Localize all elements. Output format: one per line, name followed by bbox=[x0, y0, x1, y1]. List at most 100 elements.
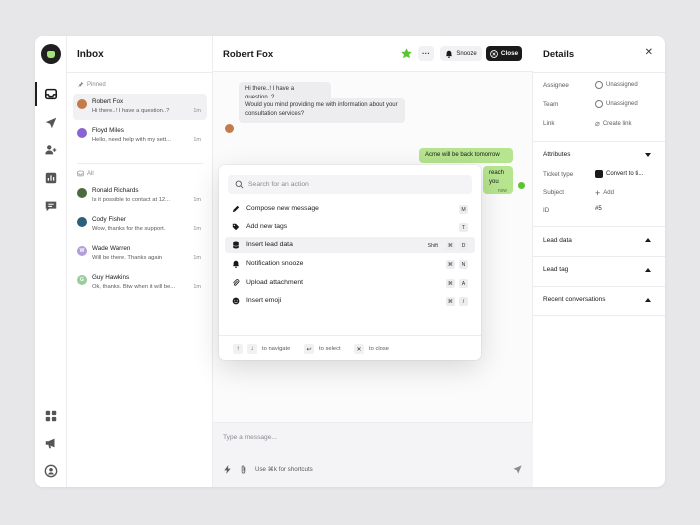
database-icon bbox=[232, 241, 240, 249]
team-label: Team bbox=[543, 101, 559, 108]
palette-search-input[interactable] bbox=[248, 177, 463, 192]
palette-item-compose[interactable]: Compose new message M bbox=[225, 201, 475, 217]
chevron-up-icon[interactable] bbox=[645, 268, 651, 272]
message-bubble: reach you now bbox=[483, 166, 513, 194]
palette-item-emoji[interactable]: Insert emoji ⌘ / bbox=[225, 293, 475, 309]
palette-item-lead-data[interactable]: Insert lead data Shift ⌘ D bbox=[225, 237, 475, 253]
all-label-text: All bbox=[87, 170, 94, 177]
pencil-icon bbox=[232, 205, 240, 213]
shortcut-key: M bbox=[459, 205, 468, 214]
rail-active-indicator bbox=[35, 82, 37, 106]
conversation-item[interactable]: Ronald Richards Is it possible to contac… bbox=[73, 183, 207, 209]
send-icon[interactable] bbox=[42, 114, 60, 132]
snooze-button[interactable]: Snooze bbox=[440, 46, 482, 61]
shortcut-key: ⌘ bbox=[445, 279, 455, 288]
recent-conversations-header[interactable]: Recent conversations bbox=[543, 296, 606, 303]
shortcut-key: D bbox=[459, 241, 468, 250]
palette-item-tags[interactable]: Add new tags T bbox=[225, 219, 475, 235]
ticket-type-text: Convert to ti... bbox=[606, 171, 644, 177]
search-icon bbox=[235, 180, 244, 189]
conversation-item[interactable]: W Wade Warren Will be there. Thanks agai… bbox=[73, 241, 207, 267]
message-bubble: Acme will be back tomorrow bbox=[419, 148, 513, 164]
add-subject-text: Add bbox=[603, 190, 614, 196]
command-palette: Compose new message M Add new tags T Ins… bbox=[219, 165, 481, 360]
arrow-up-icon: ↑ bbox=[233, 344, 243, 354]
shortcut-key: Shift bbox=[427, 242, 438, 249]
lightning-icon[interactable] bbox=[223, 465, 232, 474]
conversation-item[interactable]: Robert Fox Hi there..! I have a question… bbox=[73, 94, 207, 120]
conversation-time: 1m bbox=[193, 255, 201, 261]
subject-label: Subject bbox=[543, 189, 565, 196]
palette-search-box[interactable] bbox=[228, 175, 472, 194]
conversation-item[interactable]: Cody Fisher Wow, thanks for the support.… bbox=[73, 212, 207, 238]
pin-icon bbox=[78, 81, 84, 88]
palette-item-label: Insert emoji bbox=[246, 297, 282, 304]
conversation-time: 1m bbox=[193, 108, 201, 114]
close-icon: ✕ bbox=[354, 344, 364, 354]
chevron-up-icon[interactable] bbox=[645, 238, 651, 242]
shortcut-key: ⌘ bbox=[445, 241, 455, 250]
divider bbox=[533, 256, 665, 257]
conversation-preview: Is it possible to contact at 12... bbox=[92, 197, 170, 203]
ticket-type-value[interactable]: Convert to ti... bbox=[595, 170, 643, 178]
palette-item-snooze[interactable]: Notification snooze ⌘ N bbox=[225, 256, 475, 272]
composer-placeholder[interactable]: Type a message... bbox=[223, 434, 277, 441]
divider bbox=[533, 226, 665, 227]
shortcut-key: A bbox=[459, 279, 468, 288]
palette-item-label: Add new tags bbox=[246, 223, 288, 230]
send-icon[interactable] bbox=[512, 464, 523, 475]
id-label: ID bbox=[543, 207, 550, 214]
conversation-preview: Hello, need help with my sett... bbox=[92, 137, 171, 143]
bell-snooze-icon bbox=[446, 50, 453, 58]
conversation-item[interactable]: G Guy Hawkins Ok, thanks. Btw when it wi… bbox=[73, 270, 207, 296]
megaphone-icon[interactable] bbox=[42, 434, 60, 452]
palette-item-label: Compose new message bbox=[246, 205, 319, 212]
assignee-value[interactable]: Unassigned bbox=[595, 81, 638, 89]
conversation-item[interactable]: Floyd Miles Hello, need help with my set… bbox=[73, 123, 207, 149]
messages-icon[interactable] bbox=[42, 197, 60, 215]
message-composer[interactable]: Type a message... Use ⌘k for shortcuts bbox=[213, 422, 533, 487]
attributes-header[interactable]: Attributes bbox=[543, 151, 570, 158]
all-section-label: All bbox=[77, 170, 94, 177]
inbox-icon[interactable] bbox=[42, 85, 60, 103]
apps-grid-icon[interactable] bbox=[42, 407, 60, 425]
app-logo[interactable] bbox=[41, 44, 61, 64]
team-text: Unassigned bbox=[606, 101, 638, 107]
create-link-button[interactable]: ⌀ Create link bbox=[595, 119, 632, 128]
link-label: Link bbox=[543, 120, 555, 127]
close-conversation-button[interactable]: Close bbox=[486, 46, 522, 61]
users-icon[interactable] bbox=[42, 141, 60, 159]
bell-snooze-icon bbox=[232, 260, 240, 268]
profile-icon[interactable] bbox=[42, 462, 60, 480]
conversation-preview: Hi there..! I have a question..? bbox=[92, 108, 170, 114]
avatar bbox=[77, 188, 87, 198]
team-value[interactable]: Unassigned bbox=[595, 100, 638, 108]
divider bbox=[533, 72, 665, 73]
palette-footer: ↑ ↓ to navigate ↩ to select ✕ to close bbox=[219, 335, 481, 360]
conversation-time: 1m bbox=[193, 137, 201, 143]
paperclip-icon[interactable] bbox=[239, 465, 248, 474]
chevron-up-icon[interactable] bbox=[645, 298, 651, 302]
footer-select-text: to select bbox=[319, 346, 341, 352]
chevron-down-icon[interactable] bbox=[645, 153, 651, 157]
assignee-label: Assignee bbox=[543, 82, 569, 89]
reports-icon[interactable] bbox=[42, 169, 60, 187]
divider bbox=[533, 315, 665, 316]
avatar bbox=[225, 124, 234, 133]
palette-item-label: Upload attachment bbox=[246, 279, 304, 286]
conversation-time: 1m bbox=[193, 226, 201, 232]
close-icon[interactable]: ✕ bbox=[645, 47, 653, 58]
conversation-name: Floyd Miles bbox=[92, 127, 124, 134]
lead-data-header[interactable]: Lead data bbox=[543, 237, 572, 244]
lead-tag-header[interactable]: Lead tag bbox=[543, 266, 568, 273]
star-icon[interactable] bbox=[400, 47, 413, 60]
message-bubble: Would you mind providing me with informa… bbox=[239, 98, 405, 123]
add-subject-button[interactable]: + Add bbox=[595, 188, 614, 198]
enter-icon: ↩ bbox=[304, 344, 314, 354]
palette-item-attachment[interactable]: Upload attachment ⌘ A bbox=[225, 275, 475, 291]
shortcut-key: / bbox=[459, 297, 468, 306]
conversation-time: 1m bbox=[193, 284, 201, 290]
avatar: W bbox=[77, 246, 87, 256]
conversation-preview: Ok, thanks. Btw when it will be... bbox=[92, 284, 176, 290]
more-options-button[interactable]: ··· bbox=[418, 46, 434, 61]
